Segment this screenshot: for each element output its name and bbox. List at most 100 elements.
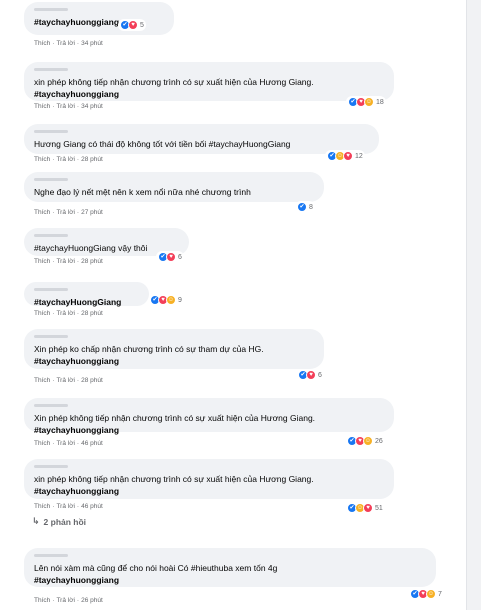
like-link[interactable]: Thích [34, 209, 50, 216]
separator-dot: · [52, 503, 55, 510]
reaction-summary[interactable]: ✔ ♥ ☺ 18 [346, 96, 386, 108]
timestamp[interactable]: 34 phút [81, 40, 103, 47]
like-link[interactable]: Thích [34, 503, 50, 510]
reaction-count: 51 [375, 504, 383, 512]
separator-dot: · [52, 597, 55, 604]
comment-text: Xin phép ko chấp nhận chương trình có sự… [34, 344, 264, 354]
reply-link[interactable]: Trả lời [56, 310, 74, 317]
love-reaction-icon: ♥ [166, 252, 176, 262]
timestamp[interactable]: 27 phút [81, 209, 103, 216]
reply-link[interactable]: Trả lời [56, 103, 74, 110]
author-name[interactable] [34, 554, 68, 557]
timestamp[interactable]: 46 phút [81, 440, 103, 447]
reaction-count: 18 [376, 98, 384, 106]
author-name[interactable] [34, 178, 68, 181]
separator-dot: · [52, 209, 55, 216]
separator-dot: · [76, 377, 80, 384]
like-link[interactable]: Thích [34, 377, 50, 384]
love-reaction-icon: ♥ [128, 20, 138, 30]
reaction-count: 7 [438, 590, 442, 598]
like-reaction-icon: ✔ [297, 202, 307, 212]
timestamp[interactable]: 28 phút [81, 258, 103, 265]
reaction-count: 6 [318, 371, 322, 379]
author-name[interactable] [34, 8, 68, 11]
author-name[interactable] [34, 288, 68, 291]
reaction-summary[interactable]: ✔ ☺ ♥ 12 [325, 150, 365, 162]
timestamp[interactable]: 46 phút [81, 503, 103, 510]
reply-link[interactable]: Trả lời [56, 503, 74, 510]
like-link[interactable]: Thích [34, 440, 50, 447]
hashtag-link[interactable]: #taychayHuongGiang [34, 296, 139, 308]
separator-dot: · [76, 597, 80, 604]
author-name[interactable] [34, 130, 68, 133]
reaction-summary[interactable]: ✔ ☺ ♥ 51 [345, 502, 385, 514]
timestamp[interactable]: 28 phút [81, 310, 103, 317]
reply-link[interactable]: Trả lời [56, 440, 74, 447]
separator-dot: · [76, 156, 80, 163]
hashtag-link[interactable]: #taychayhuonggiang [34, 574, 426, 586]
timestamp[interactable]: 34 phút [81, 103, 103, 110]
like-link[interactable]: Thích [34, 103, 50, 110]
reply-link[interactable]: Trả lời [56, 377, 74, 384]
comment-bubble: Xin phép không tiếp nhận chương trình có… [24, 398, 394, 435]
like-link[interactable]: Thích [34, 156, 50, 163]
comment-text: Xin phép không tiếp nhận chương trình có… [34, 413, 316, 423]
view-replies-link[interactable]: ↳ 2 phản hồi [32, 516, 86, 527]
separator-dot: · [76, 209, 80, 216]
love-reaction-icon: ♥ [343, 151, 353, 161]
comment-text: xin phép không tiếp nhận chương trình có… [34, 77, 314, 87]
author-name[interactable] [34, 465, 68, 468]
reaction-summary[interactable]: ✔ ♥ 6 [156, 251, 184, 263]
like-link[interactable]: Thích [34, 597, 50, 604]
haha-reaction-icon: ☺ [426, 589, 436, 599]
reply-link[interactable]: Trả lời [56, 209, 74, 216]
comment-actions: Thích · Trả lời · 28 phút [34, 377, 103, 384]
reaction-count: 12 [355, 152, 363, 160]
timestamp[interactable]: 28 phút [81, 377, 103, 384]
separator-dot: · [76, 503, 80, 510]
comment-text: xin phép không tiếp nhận chương trình có… [34, 474, 314, 484]
separator-dot: · [52, 377, 55, 384]
timestamp[interactable]: 28 phút [81, 156, 103, 163]
comment-bubble: xin phép không tiếp nhận chương trình có… [24, 459, 394, 499]
reply-link[interactable]: Trả lời [56, 597, 74, 604]
comment-bubble: Nghe đạo lý nết mệt nên k xem nổi nữa nh… [24, 172, 324, 202]
comment-text: Lên nói xàm mà cũng để cho nói hoài Có #… [34, 563, 278, 573]
like-link[interactable]: Thích [34, 310, 50, 317]
reaction-summary[interactable]: ✔ ♥ 5 [118, 19, 146, 31]
hashtag-link[interactable]: #taychayhuonggiang [34, 88, 384, 100]
comment-actions: Thích · Trả lời · 28 phút [34, 156, 103, 163]
hashtag-link[interactable]: #taychayhuonggiang [34, 485, 384, 497]
comment-feed: #taychayhuonggiang Thích · Trả lời · 34 phút ✔… [0, 0, 489, 610]
scrollbar[interactable] [466, 0, 481, 610]
author-name[interactable] [34, 68, 68, 71]
reaction-summary[interactable]: ✔ ♥ ☺ 9 [148, 294, 184, 306]
author-name[interactable] [34, 404, 68, 407]
like-link[interactable]: Thích [34, 258, 50, 265]
reaction-summary[interactable]: ✔ ♥ ☺ 26 [345, 435, 385, 447]
separator-dot: · [52, 258, 55, 265]
reaction-summary[interactable]: ✔ ♥ ☺ 7 [408, 588, 444, 600]
like-link[interactable]: Thích [34, 40, 50, 47]
comment-text: Hương Giang có thái độ không tốt với tiề… [34, 139, 291, 149]
haha-reaction-icon: ☺ [166, 295, 176, 305]
reaction-summary[interactable]: ✔ 8 [295, 201, 315, 213]
reply-link[interactable]: Trả lời [56, 40, 74, 47]
reaction-summary[interactable]: ✔ ♥ 6 [296, 369, 324, 381]
comment-bubble: Lên nói xàm mà cũng để cho nói hoài Có #… [24, 548, 436, 587]
author-name[interactable] [34, 335, 68, 338]
separator-dot: · [52, 310, 55, 317]
comment-actions: Thích · Trả lời · 28 phút [34, 310, 103, 317]
reaction-count: 26 [375, 437, 383, 445]
reply-link[interactable]: Trả lời [56, 156, 74, 163]
hashtag-link[interactable]: #taychayhuonggiang [34, 424, 384, 436]
timestamp[interactable]: 26 phút [81, 597, 103, 604]
author-name[interactable] [34, 234, 68, 237]
comment-actions: Thích · Trả lời · 46 phút [34, 440, 103, 447]
hashtag-link[interactable]: #taychayhuonggiang [34, 355, 314, 367]
love-reaction-icon: ♥ [363, 503, 373, 513]
comment-actions: Thích · Trả lời · 46 phút [34, 503, 103, 510]
reply-link[interactable]: Trả lời [56, 258, 74, 265]
haha-reaction-icon: ☺ [364, 97, 374, 107]
comment-bubble: xin phép không tiếp nhận chương trình có… [24, 62, 394, 101]
